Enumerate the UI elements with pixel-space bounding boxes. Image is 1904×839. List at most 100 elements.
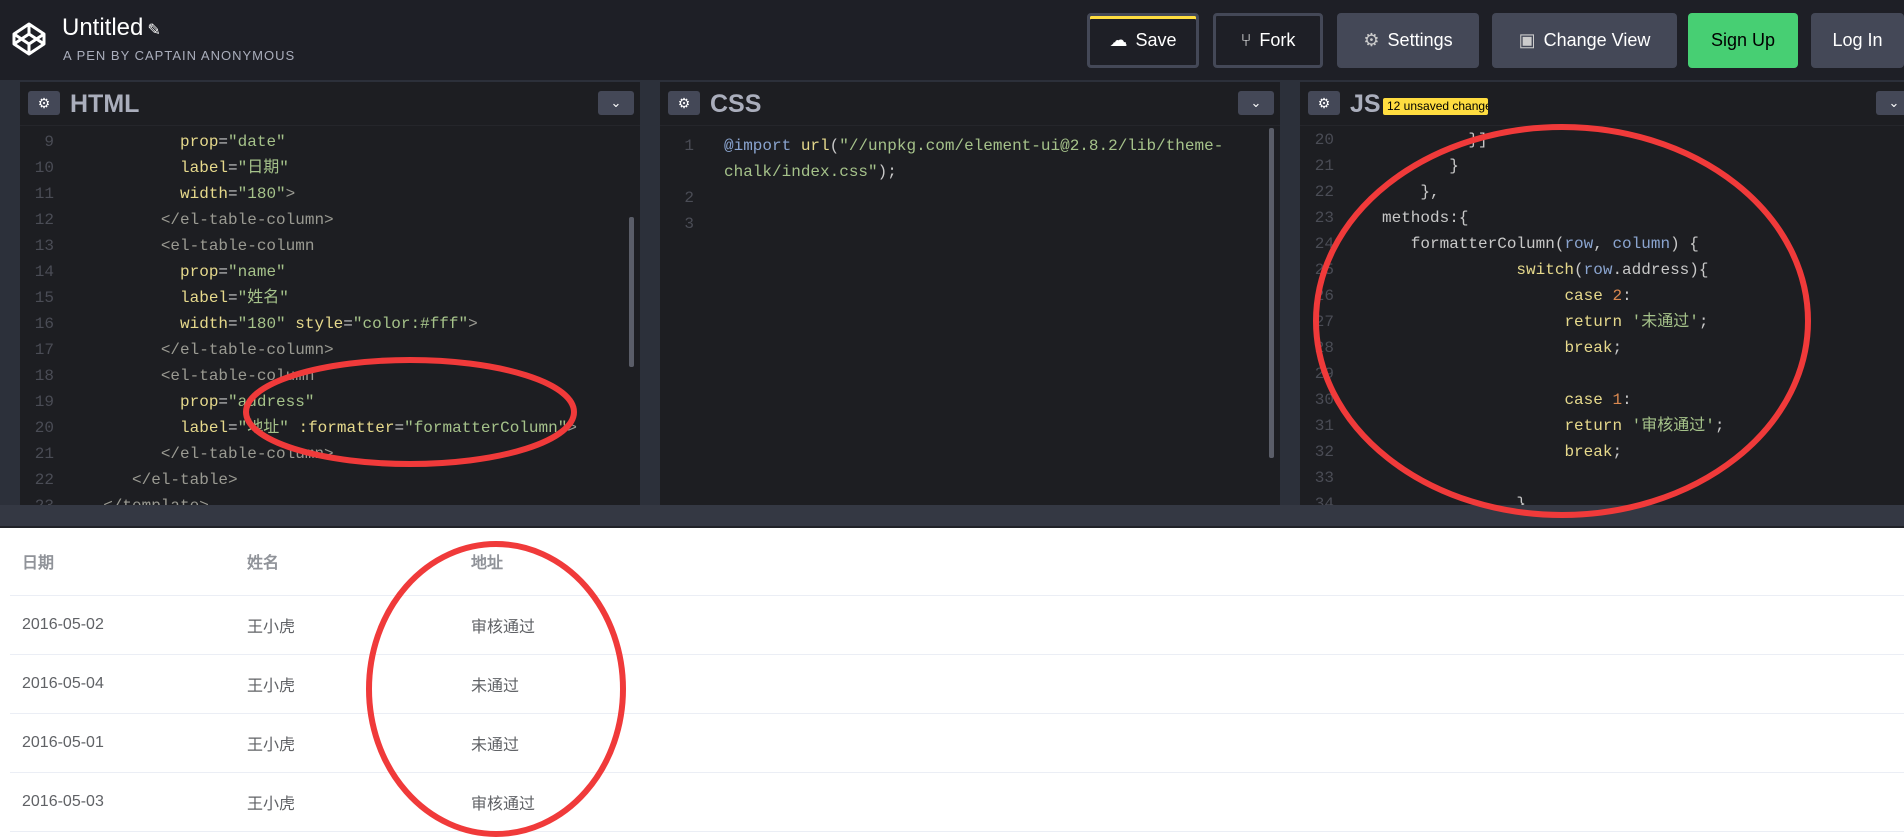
code-text: } [1382, 153, 1459, 179]
line-number: 32 [1314, 443, 1334, 461]
js-settings-gear-icon[interactable]: ⚙ [1308, 91, 1340, 115]
line-number: 19 [34, 393, 54, 411]
code-token: ) { [1670, 235, 1699, 253]
code-token: "180" [237, 315, 286, 333]
code-token: <el-table-column [84, 237, 315, 255]
fork-label: Fork [1259, 30, 1296, 50]
code-line: 28 break; [1300, 335, 1904, 361]
code-text: </el-table-column> [84, 337, 334, 363]
line-number: 26 [1314, 287, 1334, 305]
css-panel: ⚙ CSS ⌄ 1 @import url("//unpkg.com/elemen… [660, 82, 1280, 505]
cell-date: 2016-05-02 [10, 595, 235, 655]
html-code-editor[interactable]: 9 prop="date" 10 label="日期" 11 width="180"… [20, 129, 640, 505]
code-line: 33 [1300, 465, 1904, 491]
code-token: 2 [1612, 287, 1623, 305]
code-token: <el-table-column [84, 367, 315, 385]
code-text: break; [1382, 335, 1622, 361]
code-token: = [218, 133, 229, 151]
code-text: formatterColumn(row, column) { [1382, 231, 1699, 257]
change-view-button[interactable]: ▣ Change View [1492, 13, 1677, 68]
code-token: : [1622, 287, 1632, 305]
html-panel-title: HTML [70, 90, 140, 118]
code-token: "date" [228, 133, 286, 151]
css-code-editor[interactable]: 1 @import url("//unpkg.com/element-ui@2.8… [660, 129, 1280, 505]
code-token: </el-table> [84, 471, 238, 489]
editor-area: ⚙ HTML ⌄ 9 prop="date" 10 label="日期" 11 wi… [0, 80, 1904, 505]
code-line: 14 prop="name" [20, 259, 640, 285]
unsaved-changes-badge: 12 unsaved changes [1383, 98, 1488, 115]
code-token: = [228, 159, 238, 177]
html-editor-scrollbar[interactable] [629, 217, 634, 367]
code-line: 16 width="180" style="color:#fff"> [20, 311, 640, 337]
code-line: 26 case 2: [1300, 283, 1904, 309]
code-token: ; [1612, 339, 1623, 357]
code-token: case [1564, 391, 1603, 409]
code-token: formatterColumn( [1382, 235, 1565, 253]
html-settings-gear-icon[interactable]: ⚙ [28, 91, 60, 115]
css-collapse-chevron-down-icon[interactable]: ⌄ [1238, 91, 1274, 115]
codepen-logo-icon[interactable] [12, 22, 46, 56]
css-settings-gear-icon[interactable]: ⚙ [668, 91, 700, 115]
line-number: 11 [34, 185, 54, 203]
code-token: break [1564, 339, 1613, 357]
code-token: .address){ [1612, 261, 1709, 279]
change-view-label: Change View [1543, 30, 1651, 50]
line-number: 23 [1314, 209, 1334, 227]
editor-resize-handle[interactable] [0, 505, 1904, 528]
pencil-icon[interactable]: ✎ [147, 22, 160, 39]
pen-author: A PEN BY CAPTAIN ANONYMOUS [63, 48, 296, 63]
html-collapse-chevron-down-icon[interactable]: ⌄ [598, 91, 634, 115]
code-line: 19 prop="address" [20, 389, 640, 415]
save-button[interactable]: ☁ Save [1087, 13, 1199, 68]
settings-label: Settings [1387, 30, 1453, 50]
column-header-address: 地址 [459, 528, 1904, 596]
code-text: @import url("//unpkg.com/element-ui@2.8.… [724, 133, 1223, 159]
code-text: methods:{ [1382, 205, 1468, 231]
code-text: </el-table-column> [84, 207, 334, 233]
code-token: } [1382, 495, 1527, 505]
code-line: 15 label="姓名" [20, 285, 640, 311]
code-line: 3 [660, 211, 1280, 237]
code-token: } [1382, 157, 1459, 175]
code-token: :formatter [298, 419, 395, 437]
line-number: 14 [34, 263, 54, 281]
code-token: label [180, 419, 229, 437]
code-text: prop="address" [84, 389, 314, 415]
code-text: width="180" style="color:#fff"> [84, 311, 478, 337]
code-line: 2 [660, 185, 1280, 211]
table-header-row: 日期 姓名 地址 [10, 528, 1904, 596]
line-number: 18 [34, 367, 54, 385]
gear-icon: ⚙ [1363, 30, 1380, 50]
code-token: = [394, 419, 405, 437]
code-token: width [180, 185, 229, 203]
pen-title[interactable]: Untitled ✎ [62, 14, 161, 42]
result-preview: 日期 姓名 地址 2016-05-02 王小虎 审核通过 2016-05-04 王小虎未… [0, 528, 1904, 839]
code-line: 1 @import url("//unpkg.com/element-ui@2.8… [660, 133, 1280, 159]
code-text: <el-table-column [84, 363, 315, 389]
js-code-editor[interactable]: 20 }] 21 } 22 }, 23 methods:{24 formatterCol… [1300, 129, 1904, 505]
settings-button[interactable]: ⚙ Settings [1337, 13, 1479, 68]
log-in-button[interactable]: Log In [1811, 13, 1904, 68]
cloud-icon: ☁ [1109, 30, 1128, 50]
code-token: "//unpkg.com/element-ui@2.8.2/lib/theme- [839, 137, 1224, 155]
code-token: = [218, 263, 229, 281]
fork-button[interactable]: ⑂ Fork [1213, 13, 1323, 68]
code-token: "color:#fff" [352, 315, 469, 333]
sign-up-button[interactable]: Sign Up [1688, 13, 1798, 68]
css-editor-scrollbar[interactable] [1269, 128, 1274, 458]
js-collapse-chevron-down-icon[interactable]: ⌄ [1876, 91, 1904, 115]
code-line: 12 </el-table-column> [20, 207, 640, 233]
line-number: 16 [34, 315, 54, 333]
line-number: 23 [20, 493, 54, 505]
column-header-name: 姓名 [235, 528, 459, 596]
code-token: prop [180, 133, 219, 151]
save-label: Save [1135, 30, 1177, 50]
code-line: 23 methods:{ [1300, 205, 1904, 231]
